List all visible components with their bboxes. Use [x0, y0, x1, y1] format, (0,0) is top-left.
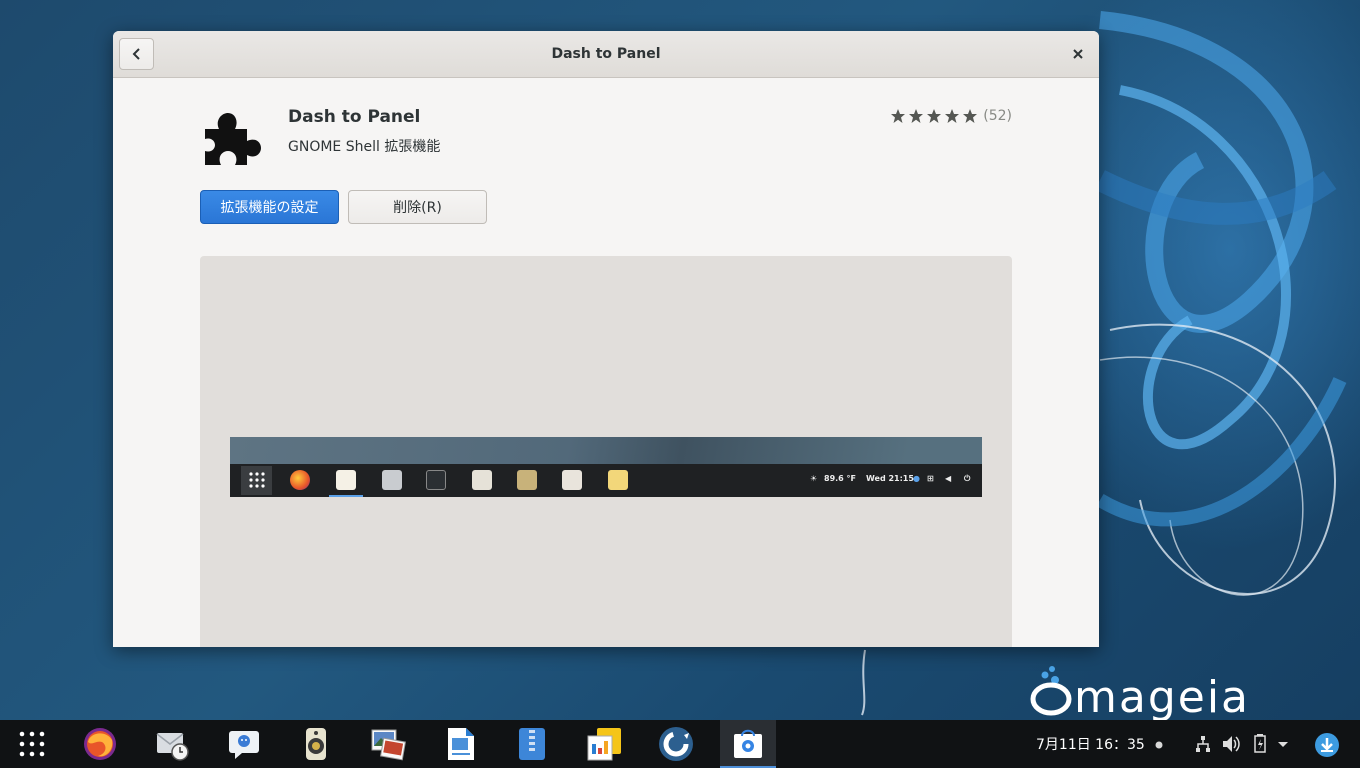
app-grid-icon	[249, 472, 265, 488]
taskbar-software-update[interactable]	[648, 720, 704, 768]
notification-dot-icon	[1155, 741, 1163, 749]
star-rating: (52)	[888, 108, 1012, 124]
files-icon	[587, 728, 621, 761]
preview-weather: 89.6 °F	[824, 474, 856, 483]
star-icon	[963, 109, 978, 123]
chat-icon	[229, 731, 259, 759]
power-icon: ⏻	[964, 474, 971, 483]
taskbar-mail-scheduler[interactable]	[144, 720, 200, 768]
bottom-taskbar: 7月11日 16：35	[0, 720, 1360, 768]
app-summary: GNOME Shell 拡張機能	[288, 139, 441, 155]
close-icon	[1073, 49, 1083, 59]
close-button[interactable]	[1069, 45, 1087, 63]
taskbar-software-store[interactable]	[720, 720, 776, 768]
preview-wallpaper	[230, 437, 982, 464]
mageia-logo-text: mageia	[1074, 672, 1251, 720]
battery-icon[interactable]	[1253, 732, 1267, 756]
back-button[interactable]	[119, 38, 154, 70]
preview-clock: Wed 21:15	[866, 474, 914, 483]
puzzle-piece-icon	[205, 113, 261, 165]
screenshot-area: ☀ 89.6 °F Wed 21:15 ● ⊞ ◀ ⏻	[200, 256, 1012, 647]
document-viewer-icon	[448, 728, 474, 760]
window-title: Dash to Panel	[551, 46, 661, 62]
show-applications-button[interactable]	[4, 720, 60, 768]
firefox-icon	[84, 728, 116, 760]
volume-icon[interactable]	[1222, 732, 1240, 756]
notification-dot-icon: ●	[913, 474, 920, 483]
app-name: Dash to Panel	[288, 107, 421, 127]
star-icon	[927, 109, 942, 123]
taskbar-image-viewer[interactable]	[360, 720, 416, 768]
taskbar-firefox[interactable]	[72, 720, 128, 768]
app-grid-icon	[19, 731, 45, 757]
extension-settings-button[interactable]: 拡張機能の設定	[200, 190, 339, 224]
mail-icon	[608, 470, 628, 490]
network-icon: ⊞	[927, 474, 934, 483]
extension-details-window: Dash to Panel Dash to Panel GNOME Shell …	[113, 31, 1099, 647]
download-icon[interactable]	[1314, 732, 1340, 758]
software-store-icon	[734, 729, 762, 758]
headerbar: Dash to Panel	[113, 31, 1099, 78]
document-icon	[562, 470, 582, 490]
folder-icon	[517, 470, 537, 490]
archive-icon	[519, 728, 545, 760]
star-icon	[909, 109, 924, 123]
star-icon	[891, 109, 906, 123]
taskbar-files[interactable]	[576, 720, 632, 768]
preview-panel: ☀ 89.6 °F Wed 21:15 ● ⊞ ◀ ⏻	[230, 464, 982, 497]
settings-app-icon	[472, 470, 492, 490]
active-app-indicator	[329, 495, 363, 497]
taskbar-chat[interactable]	[216, 720, 272, 768]
text-editor-icon	[336, 470, 356, 490]
remove-button[interactable]: 削除(R)	[348, 190, 487, 224]
speaker-icon	[306, 728, 326, 760]
chevron-left-icon	[132, 48, 140, 60]
image-viewer-icon	[371, 729, 406, 761]
weather-icon: ☀	[810, 474, 818, 483]
terminal-icon	[426, 470, 446, 490]
firefox-icon	[290, 470, 310, 490]
volume-icon: ◀	[945, 474, 952, 483]
star-icon	[945, 109, 960, 123]
review-count[interactable]: (52)	[983, 108, 1012, 124]
taskbar-archive-manager[interactable]	[504, 720, 560, 768]
software-update-icon	[659, 727, 693, 761]
menu-arrow-icon[interactable]	[1277, 732, 1289, 756]
taskbar-audio-player[interactable]	[288, 720, 344, 768]
screenshot-preview-image[interactable]: ☀ 89.6 °F Wed 21:15 ● ⊞ ◀ ⏻	[230, 437, 982, 497]
mail-clock-icon	[156, 733, 189, 761]
network-icon[interactable]	[1195, 732, 1211, 756]
taskbar-document-viewer[interactable]	[432, 720, 488, 768]
file-cabinet-icon	[382, 470, 402, 490]
taskbar-clock[interactable]: 7月11日 16：35	[1036, 734, 1145, 754]
